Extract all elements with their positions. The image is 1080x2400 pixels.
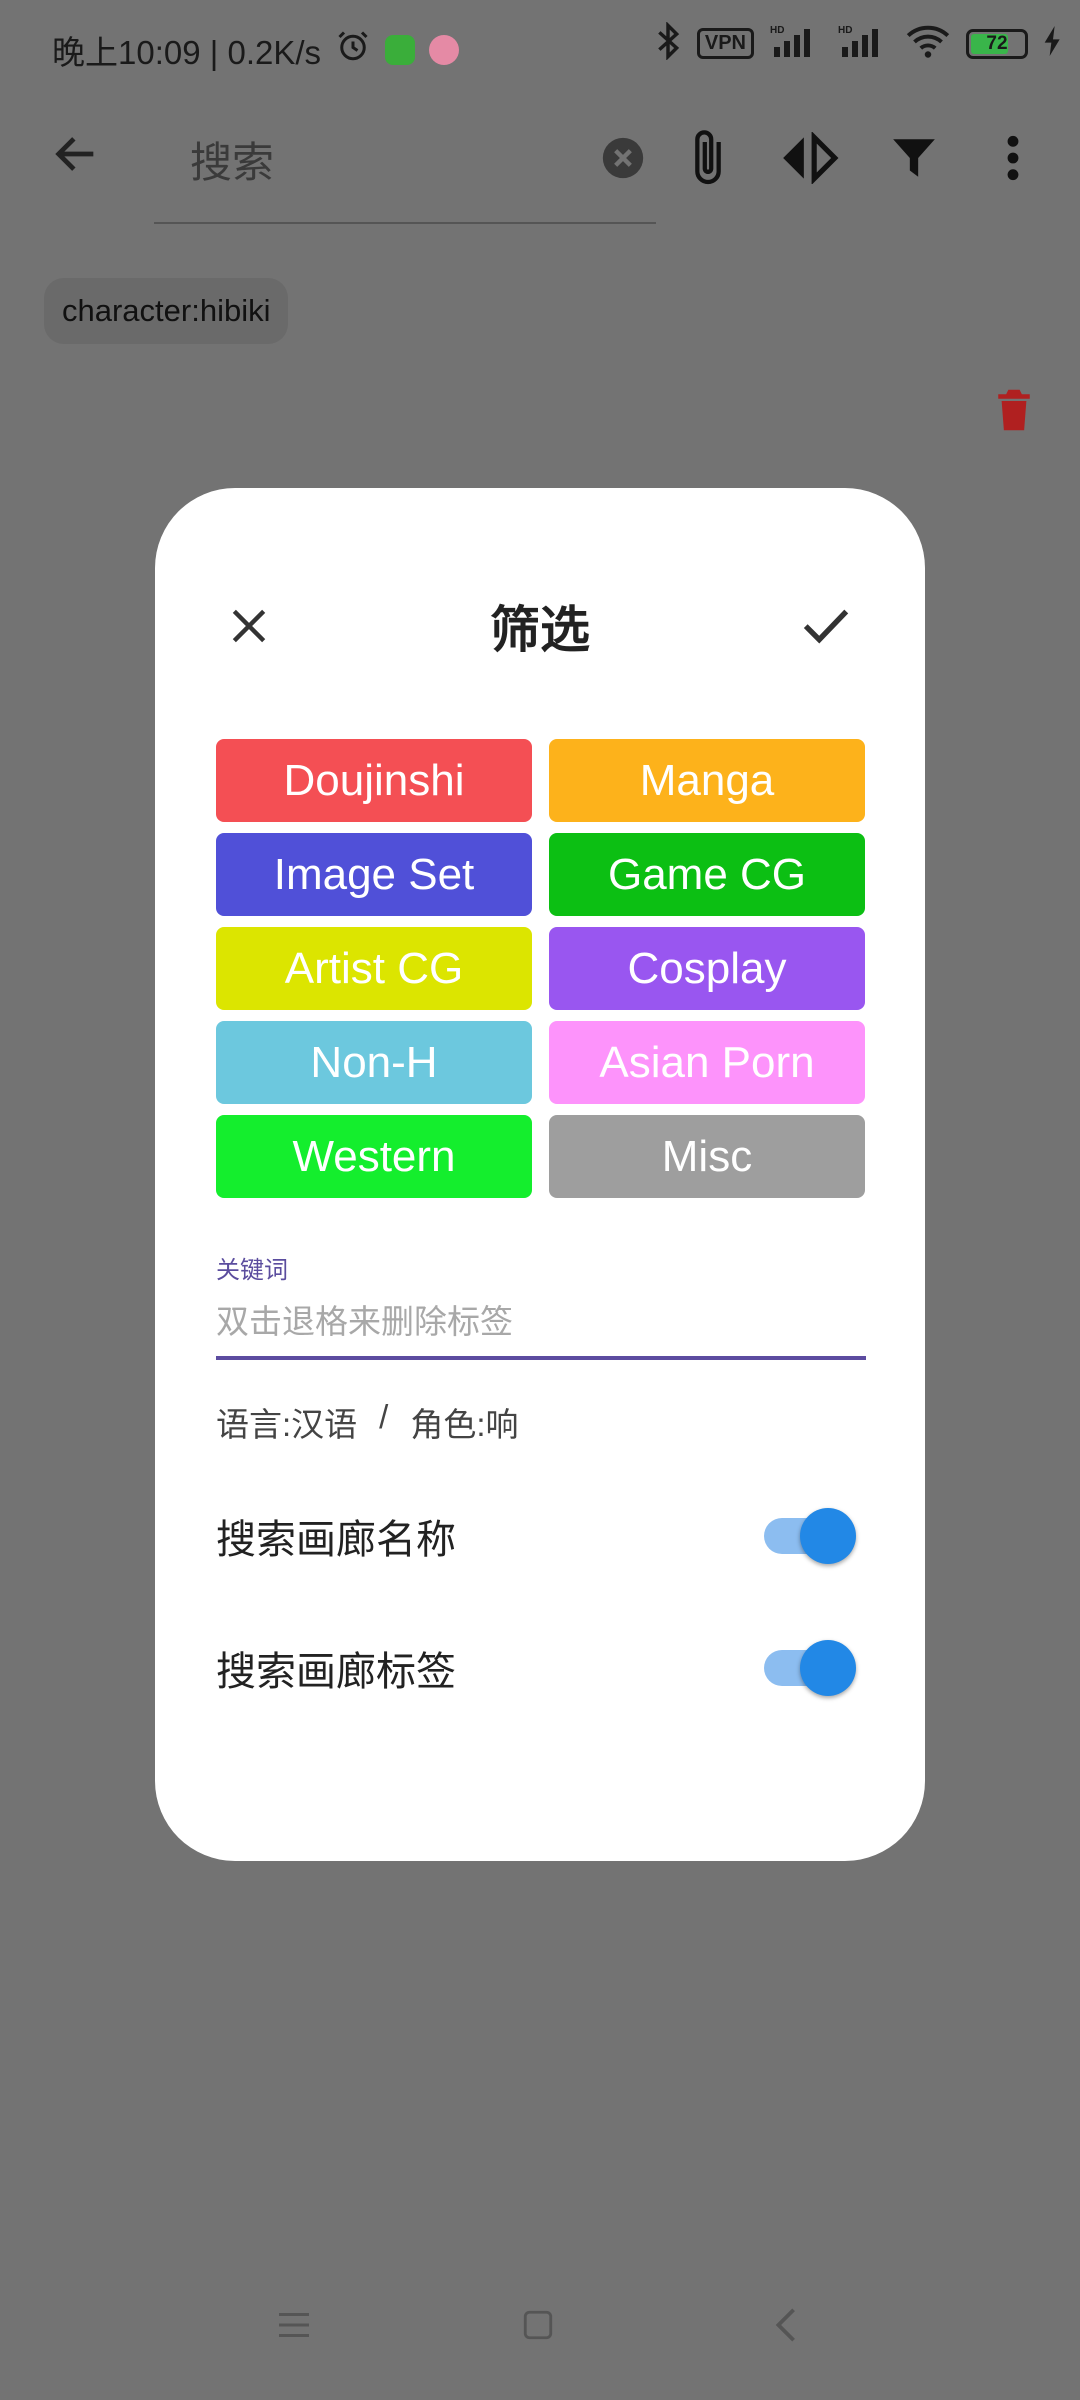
switch-thumb xyxy=(800,1508,856,1564)
category-button-misc[interactable]: Misc xyxy=(549,1115,865,1198)
status-left: 晚上10:09 | 0.2K/s xyxy=(52,26,460,74)
chip-label: character:hibiki xyxy=(62,293,271,328)
tag-separator: / xyxy=(379,1398,389,1435)
category-button-non-h[interactable]: Non-H xyxy=(216,1021,532,1104)
back-nav-icon[interactable] xyxy=(762,2300,810,2350)
menu-nav-icon[interactable] xyxy=(270,2300,318,2350)
toggle-row-gallery-tags: 搜索画廊标签 xyxy=(216,1628,856,1708)
category-button-manga[interactable]: Manga xyxy=(549,739,865,822)
home-nav-icon[interactable] xyxy=(514,2300,562,2350)
search-field[interactable] xyxy=(154,108,656,224)
category-button-artist-cg[interactable]: Artist CG xyxy=(216,927,532,1010)
toggle-gallery-name-label: 搜索画廊名称 xyxy=(216,1518,456,1562)
vpn-icon: VPN xyxy=(696,28,754,59)
toggle-gallery-tags-label: 搜索画廊标签 xyxy=(216,1650,456,1694)
back-arrow-icon[interactable] xyxy=(40,118,112,190)
status-bar: 晚上10:09 | 0.2K/s VPN HD HD 72 xyxy=(0,0,1080,96)
tag-character[interactable]: 角色:响 xyxy=(410,1398,518,1446)
category-button-cosplay[interactable]: Cosplay xyxy=(549,927,865,1010)
selected-tags: 语言:汉语 / 角色:响 xyxy=(216,1398,519,1446)
toggle-row-gallery-name: 搜索画廊名称 xyxy=(216,1496,856,1576)
category-button-western[interactable]: Western xyxy=(216,1115,532,1198)
compare-icon[interactable] xyxy=(776,128,842,188)
more-vert-icon[interactable] xyxy=(998,126,1028,190)
wifi-icon xyxy=(906,23,950,64)
toggle-gallery-name-switch[interactable] xyxy=(756,1506,856,1566)
svg-text:HD: HD xyxy=(838,25,852,36)
category-button-image-set[interactable]: Image Set xyxy=(216,833,532,916)
system-nav-bar xyxy=(0,2290,1080,2370)
attachment-icon[interactable] xyxy=(680,124,736,192)
signal-icon-2: HD xyxy=(838,23,890,64)
tag-language[interactable]: 语言:汉语 xyxy=(216,1398,357,1446)
bluetooth-icon xyxy=(655,21,681,65)
keyword-input[interactable] xyxy=(216,1288,866,1360)
battery-level: 72 xyxy=(986,32,1008,54)
app-notification-icon-2 xyxy=(429,35,460,65)
category-button-asian-porn[interactable]: Asian Porn xyxy=(549,1021,865,1104)
alarm-icon xyxy=(335,28,371,72)
svg-text:HD: HD xyxy=(770,25,784,36)
status-time-speed: 晚上10:09 | 0.2K/s xyxy=(52,34,322,71)
search-tag-chip[interactable]: character:hibiki xyxy=(44,278,289,344)
battery-icon: 72 xyxy=(966,28,1028,59)
keyword-label: 关键词 xyxy=(216,1257,288,1284)
category-grid: Doujinshi Manga Image Set Game CG Artist CG C… xyxy=(216,739,866,1198)
filter-dialog: 筛选 Doujinshi Manga Image Set Game CG Artist … xyxy=(155,488,925,1861)
clear-icon[interactable] xyxy=(598,133,648,183)
confirm-check-icon[interactable] xyxy=(795,594,857,656)
app-notification-icon xyxy=(385,35,416,65)
delete-icon[interactable] xyxy=(992,384,1036,436)
status-right: VPN HD HD 72 xyxy=(655,21,1062,65)
search-input[interactable] xyxy=(188,132,572,194)
signal-icon: HD xyxy=(770,23,822,64)
category-button-game-cg[interactable]: Game CG xyxy=(549,833,865,916)
charging-icon xyxy=(1044,26,1062,61)
switch-thumb xyxy=(800,1640,856,1696)
category-button-doujinshi[interactable]: Doujinshi xyxy=(216,739,532,822)
toggle-gallery-tags-switch[interactable] xyxy=(756,1638,856,1698)
filter-icon[interactable] xyxy=(886,128,942,188)
